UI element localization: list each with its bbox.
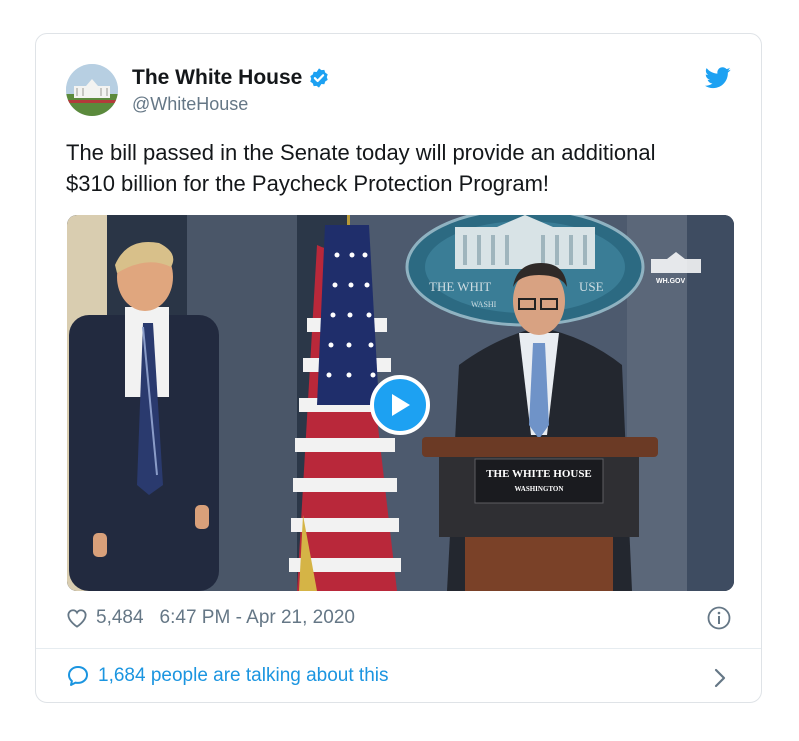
divider [36, 648, 761, 649]
author-name-row[interactable]: The White House [132, 66, 330, 90]
like-count[interactable]: 5,484 [96, 607, 144, 629]
tweet-text: The bill passed in the Senate today will… [66, 140, 656, 196]
author-handle[interactable]: @WhiteHouse [132, 94, 248, 115]
wh-gov-watermark: WH.GOV [656, 278, 685, 285]
info-icon[interactable] [707, 606, 731, 630]
verified-badge-icon [308, 67, 330, 89]
twitter-bird-icon[interactable] [705, 67, 731, 89]
avatar[interactable] [66, 64, 118, 116]
tweet-meta: 5,484 6:47 PM - Apr 21, 2020 [66, 607, 355, 629]
podium-sign-line1: THE WHITE HOUSE [486, 468, 592, 480]
conversation-link[interactable]: 1,684 people are talking about this [66, 664, 389, 688]
author-name[interactable]: The White House [132, 66, 302, 90]
seal-text-right: USE [579, 279, 604, 294]
video-player[interactable]: THE WHIT USE WASHI WH.GOV THE WHITE HOUS… [67, 215, 734, 591]
chevron-right-icon[interactable] [713, 667, 727, 689]
seal-text-left: THE WHIT [429, 279, 491, 294]
speech-bubble-icon [66, 664, 90, 688]
podium-sign-line2: WASHINGTON [515, 485, 564, 493]
play-icon [392, 394, 410, 416]
heart-icon[interactable] [66, 608, 88, 628]
seal-text-bottom: WASHI [471, 300, 497, 309]
tweet-card: The White House @WhiteHouse The bill pas… [35, 33, 762, 703]
tweet-timestamp[interactable]: 6:47 PM - Apr 21, 2020 [160, 607, 355, 629]
talking-count-text[interactable]: 1,684 people are talking about this [98, 665, 389, 687]
play-button[interactable] [370, 375, 430, 435]
